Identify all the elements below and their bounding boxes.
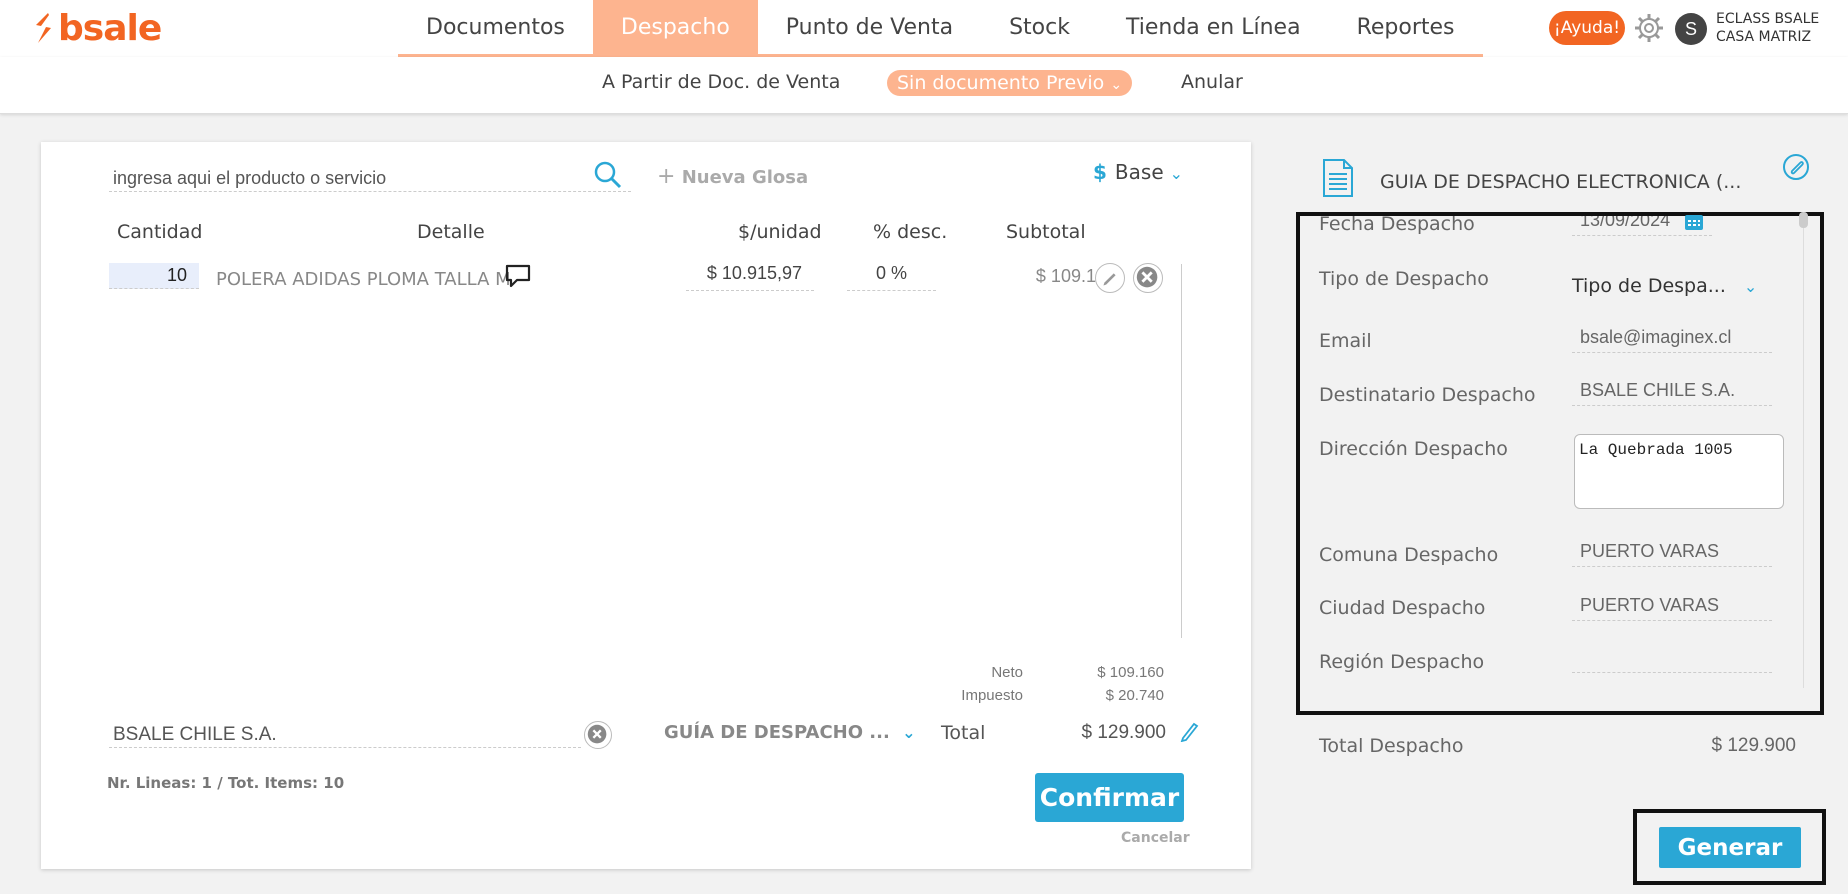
bsale-logo[interactable]: bsale [32, 7, 162, 49]
dispatch-type-value: Tipo de Despa... [1572, 275, 1726, 297]
main-nav: Documentos Despacho Punto de Venta Stock… [398, 0, 1483, 57]
user-company: ECLASS BSALE [1716, 11, 1820, 27]
qty-input[interactable] [109, 263, 199, 289]
dispatch-document-title: GUIA DE DESPACHO ELECTRONICA (... [1380, 171, 1742, 193]
gear-icon[interactable] [1633, 12, 1665, 44]
region-field[interactable] [1572, 643, 1772, 673]
nav-reportes[interactable]: Reportes [1329, 0, 1483, 54]
nav-stock[interactable]: Stock [981, 0, 1098, 54]
search-icon[interactable] [593, 160, 623, 190]
pencil-icon [1103, 273, 1116, 286]
comuna-field[interactable]: PUERTO VARAS [1572, 537, 1772, 567]
subnav-from-sale[interactable]: A Partir de Doc. de Venta [602, 71, 840, 93]
document-type-label: GUÍA DE DESPACHO ... [664, 722, 890, 743]
discount-field[interactable]: 0 % [847, 263, 936, 291]
dispatch-type-label: Tipo de Despacho [1319, 268, 1489, 290]
attachment-icon[interactable] [1782, 153, 1810, 181]
user-avatar[interactable]: S [1675, 13, 1707, 45]
generate-button[interactable]: Generar [1659, 827, 1801, 868]
sub-navigation-bar: A Partir de Doc. de Venta Sin documento … [0, 57, 1848, 114]
table-divider [1181, 264, 1182, 638]
remove-line-button[interactable] [1133, 263, 1163, 293]
cancel-link[interactable]: Cancelar [1121, 830, 1190, 846]
chevron-down-icon: ⌄ [1110, 77, 1123, 93]
tax-value: $ 20.740 [1105, 687, 1164, 704]
client-field[interactable]: BSALE CHILE S.A. [109, 718, 581, 748]
chevron-down-icon: ⌄ [1743, 277, 1758, 296]
dispatch-total-label: Total Despacho [1319, 735, 1464, 757]
subnav-no-previous[interactable]: Sin documento Previo ⌄ [887, 70, 1133, 96]
top-navigation-bar: bsale Documentos Despacho Punto de Venta… [0, 0, 1848, 57]
recipient-field[interactable]: BSALE CHILE S.A. [1572, 376, 1772, 406]
column-header-qty: Cantidad [117, 221, 203, 243]
fields-scrollbar-track[interactable] [1803, 216, 1804, 688]
line-detail: POLERA ADIDAS PLOMA TALLA M [216, 269, 511, 290]
document-editor-card: + Nueva Glosa $ Base ⌄ Cantidad Detalle $/… [41, 142, 1251, 869]
column-header-unit-price: $/unidad [738, 221, 822, 243]
address-textarea[interactable]: La Quebrada 1005 [1574, 434, 1784, 509]
edit-line-button[interactable] [1095, 263, 1125, 293]
dispatch-fields: Fecha Despacho 13/09/2024 Tipo de Despac… [1300, 216, 1820, 678]
total-value: $ 129.900 [1081, 722, 1166, 743]
recipient-label: Destinatario Despacho [1319, 384, 1536, 406]
nav-tienda-en-linea[interactable]: Tienda en Línea [1098, 0, 1329, 54]
unit-price-field[interactable]: $ 10.915,97 [686, 263, 814, 291]
city-field[interactable]: PUERTO VARAS [1572, 591, 1772, 621]
dispatch-type-select[interactable]: Tipo de Despa... ⌄ [1572, 275, 1757, 297]
comment-icon[interactable] [505, 264, 531, 288]
bsale-logo-icon [36, 13, 51, 43]
total-label: Total [941, 722, 986, 744]
price-list-label: Base [1114, 160, 1164, 184]
document-icon [1323, 159, 1353, 197]
user-info[interactable]: ECLASS BSALE CASA MATRIZ [1716, 10, 1819, 46]
email-label: Email [1319, 330, 1372, 352]
dispatch-date-label: Fecha Despacho [1319, 216, 1475, 235]
calendar-icon[interactable] [1684, 213, 1704, 231]
net-label: Neto [991, 664, 1023, 681]
brand-name: bsale [58, 7, 162, 49]
chevron-down-icon: ⌄ [902, 723, 916, 742]
nav-documentos[interactable]: Documentos [398, 0, 593, 54]
net-value: $ 109.160 [1097, 664, 1164, 681]
plus-icon: + [657, 164, 676, 189]
column-header-detail: Detalle [417, 221, 485, 243]
clear-client-button[interactable] [584, 721, 612, 749]
city-label: Ciudad Despacho [1319, 597, 1486, 619]
chevron-down-icon: ⌄ [1169, 164, 1184, 183]
pencil-icon[interactable] [1180, 720, 1200, 742]
product-search-input[interactable] [109, 160, 631, 192]
column-header-subtotal: Subtotal [1006, 221, 1086, 243]
new-gloss-button[interactable]: + Nueva Glosa [657, 164, 808, 189]
region-label: Región Despacho [1319, 651, 1485, 673]
line-item-counts: Nr. Lineas: 1 / Tot. Items: 10 [107, 774, 345, 792]
help-button[interactable]: ¡Ayuda! [1549, 11, 1625, 45]
close-icon [587, 724, 607, 744]
confirm-button[interactable]: Confirmar [1035, 773, 1184, 822]
new-gloss-label: Nueva Glosa [681, 167, 809, 188]
subnav-no-previous-label: Sin documento Previo [897, 72, 1105, 94]
subnav-cancel[interactable]: Anular [1181, 71, 1243, 93]
tax-label: Impuesto [961, 687, 1023, 704]
dispatch-total-value: $ 129.900 [1711, 735, 1796, 756]
price-list-select[interactable]: $ Base ⌄ [1093, 160, 1183, 184]
email-field[interactable]: bsale@imaginex.cl [1572, 323, 1772, 353]
dollar-icon: $ [1093, 160, 1107, 184]
nav-punto-de-venta[interactable]: Punto de Venta [758, 0, 981, 54]
column-header-discount: % desc. [873, 221, 948, 243]
address-label: Dirección Despacho [1319, 438, 1508, 460]
comuna-label: Comuna Despacho [1319, 544, 1499, 566]
close-icon [1136, 266, 1158, 288]
fields-scrollbar-thumb[interactable] [1799, 212, 1808, 228]
nav-despacho[interactable]: Despacho [592, 0, 758, 54]
user-branch: CASA MATRIZ [1716, 29, 1812, 45]
document-type-select[interactable]: GUÍA DE DESPACHO ... ⌄ [664, 722, 916, 743]
